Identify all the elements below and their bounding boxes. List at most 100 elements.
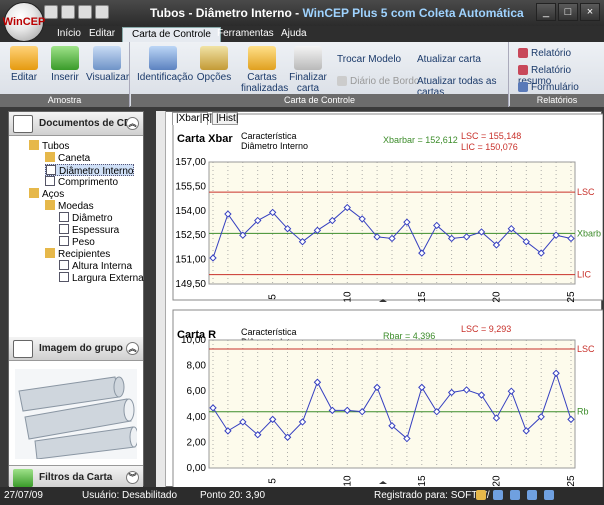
editar-button[interactable]: Editar [3,46,45,83]
tab-editar[interactable]: Editar [80,27,124,42]
charts-canvas: Carta Xbar CaracterísticaDiâmetro Interno… [172,113,604,489]
tab-hist[interactable]: |Hist| [212,112,238,125]
opcoes-button[interactable]: Opções [193,46,235,83]
status-date: 27/07/09 [4,490,43,501]
diario-de-bordo-button[interactable]: Diário de Bordo [337,76,419,87]
formulario-button[interactable]: Formulário [518,82,579,93]
documents-panel-header[interactable]: Documentos de CEP ︽ [9,112,143,136]
finalizar-carta-button[interactable]: Finalizar carta [287,46,329,94]
opcoes-label: Opções [196,72,232,83]
expand-icon[interactable]: ︾ [126,471,139,484]
chart-title: Carta Xbar [177,133,233,145]
tree-label: Aços [42,189,65,200]
group-amostra: Editar Inserir Visualizar Amostra [0,42,130,107]
editar-label: Editar [10,72,38,83]
y-tick-label: 6,00 [187,386,207,397]
chart-area: Carta Xbar Característica Diâmetro Interno… [156,111,604,489]
identification-icon [149,46,177,70]
trocar-modelo-button[interactable]: Trocar Modelo [337,54,401,65]
x-tick-label: 25 [566,291,577,303]
chart-icon [59,212,69,222]
vertical-splitter[interactable] [156,111,166,487]
window-title-doc: Tubos - Diâmetro Interno - [150,6,303,20]
tree-item-caneta[interactable]: Caneta [45,152,90,164]
x-tick-label: 20 [491,291,502,303]
tab-xbar-r[interactable]: |Xbar|R| [172,112,212,125]
x-tick-label: 20 [491,475,502,487]
tree-item-acos[interactable]: Aços [29,188,64,200]
app-logo[interactable]: WinCEP [2,2,46,42]
filters-panel-header[interactable]: Filtros da Carta ︾ [9,465,143,489]
tree-item-espessura[interactable]: Espessura [59,224,119,236]
cartas-finalizadas-button[interactable]: Cartas finalizadas [241,46,288,94]
x-tick-label: 5 [268,478,279,484]
add-icon[interactable] [95,5,109,19]
new-icon[interactable] [61,5,75,19]
tree-label: Comprimento [58,177,119,188]
atualizar-carta-button[interactable]: Atualizar carta [417,54,481,65]
camera-icon [13,340,33,358]
options-icon [200,46,228,70]
x-tick-label: 5 [268,294,279,300]
formulario-label: Formulário [531,82,579,93]
maximize-button[interactable]: □ [558,3,578,21]
tree-item-tubos[interactable]: Tubos [29,140,69,152]
identificacao-label: Identificação [137,72,194,83]
save-icon[interactable] [44,5,58,19]
chart-icon [59,236,69,246]
visualizar-label: Visualizar [86,72,130,83]
image-panel-header[interactable]: Imagem do grupo ︽ [9,337,143,361]
window-icon[interactable] [493,490,503,500]
tree-item-peso[interactable]: Peso [59,236,95,248]
group-icon [45,152,55,162]
group-icon [29,140,39,150]
tree-label: Moedas [58,201,94,212]
tile-vertical-icon[interactable] [544,490,554,500]
relatorio-label: Relatório [531,48,572,59]
tree-label: Altura Interna [72,261,133,272]
tree-item-recipientes[interactable]: Recipientes [45,248,110,260]
center-line-label: Xbarbar = 152,612 [383,135,458,145]
app-logo-text: WinCEP [2,16,46,28]
tree-item-largura-externa[interactable]: Largura Externa [59,272,144,284]
tools-icon[interactable] [476,490,486,500]
minimize-button[interactable]: _ [536,3,556,21]
tree-label: Recipientes [58,249,111,260]
finalize-chart-icon [294,46,322,70]
y-tick-label: 2,00 [187,437,207,448]
print-icon[interactable] [78,5,92,19]
tree-label: Peso [72,237,95,248]
y-tick-label: 155,50 [175,181,206,192]
chart-panel-xbar: Carta Xbar CaracterísticaDiâmetro Interno… [172,113,604,303]
center-line-name: Xbarb [577,228,601,238]
group-relatorios: Relatório Relatório resumo Formulário Re… [510,42,604,107]
identificacao-button[interactable]: Identificação [137,46,193,83]
tree-label: Caneta [58,153,91,164]
relatorio-button[interactable]: Relatório [518,48,571,59]
tab-ajuda[interactable]: Ajuda [272,27,316,42]
chart-icon [45,176,55,186]
status-bar: 27/07/09 Usuário: Desabilitado Ponto 20:… [0,487,604,505]
lsc-label: LSC = 155,148 [461,131,521,141]
x-tick-label: 15 [417,475,428,487]
group-icon [45,248,55,258]
y-tick-label: 10,00 [181,335,206,346]
tree-item-comprimento[interactable]: Comprimento [45,176,118,188]
window-title: Tubos - Diâmetro Interno - WinCEP Plus 5… [150,6,524,20]
cascade-icon[interactable] [510,490,520,500]
tree-item-diametro[interactable]: Diâmetro [59,212,113,224]
chart-icon [59,272,69,282]
tree-item-moedas[interactable]: Moedas [45,200,94,212]
status-user: Usuário: Desabilitado [82,490,178,501]
close-button[interactable]: × [580,3,600,21]
tile-icon[interactable] [527,490,537,500]
tree-item-altura-interna[interactable]: Altura Interna [59,260,132,272]
tree-item-diametro-interno[interactable]: Diâmetro Interno [45,164,135,177]
title-bar: Tubos - Diâmetro Interno - WinCEP Plus 5… [0,0,604,26]
collapse-icon[interactable]: ︽ [126,117,139,130]
collapse-icon[interactable]: ︽ [126,342,139,355]
visualizar-button[interactable]: Visualizar [86,46,130,83]
chart-panel-r: Carta RCaracterísticaDiâmetro InternoRba… [172,309,604,489]
inserir-button[interactable]: Inserir [44,46,86,83]
tab-carta-de-controle[interactable]: Carta de Controle [122,27,221,42]
